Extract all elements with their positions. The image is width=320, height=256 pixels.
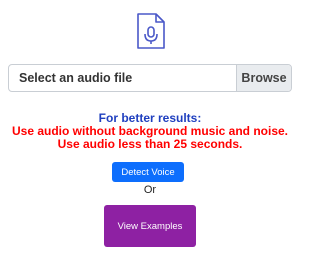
tip-duration-limit: Use audio less than 25 seconds. xyxy=(57,137,243,151)
view-examples-button[interactable]: View Examples xyxy=(104,205,196,247)
browse-button[interactable]: Browse xyxy=(236,65,291,91)
tips-block: For better results: Use audio without ba… xyxy=(0,112,300,151)
detect-voice-button[interactable]: Detect Voice xyxy=(112,162,184,182)
or-separator: Or xyxy=(143,184,157,196)
file-picker-label[interactable]: Select an audio file xyxy=(9,65,236,91)
audio-file-icon xyxy=(136,12,166,50)
audio-file-picker[interactable]: Select an audio file Browse xyxy=(8,64,292,92)
